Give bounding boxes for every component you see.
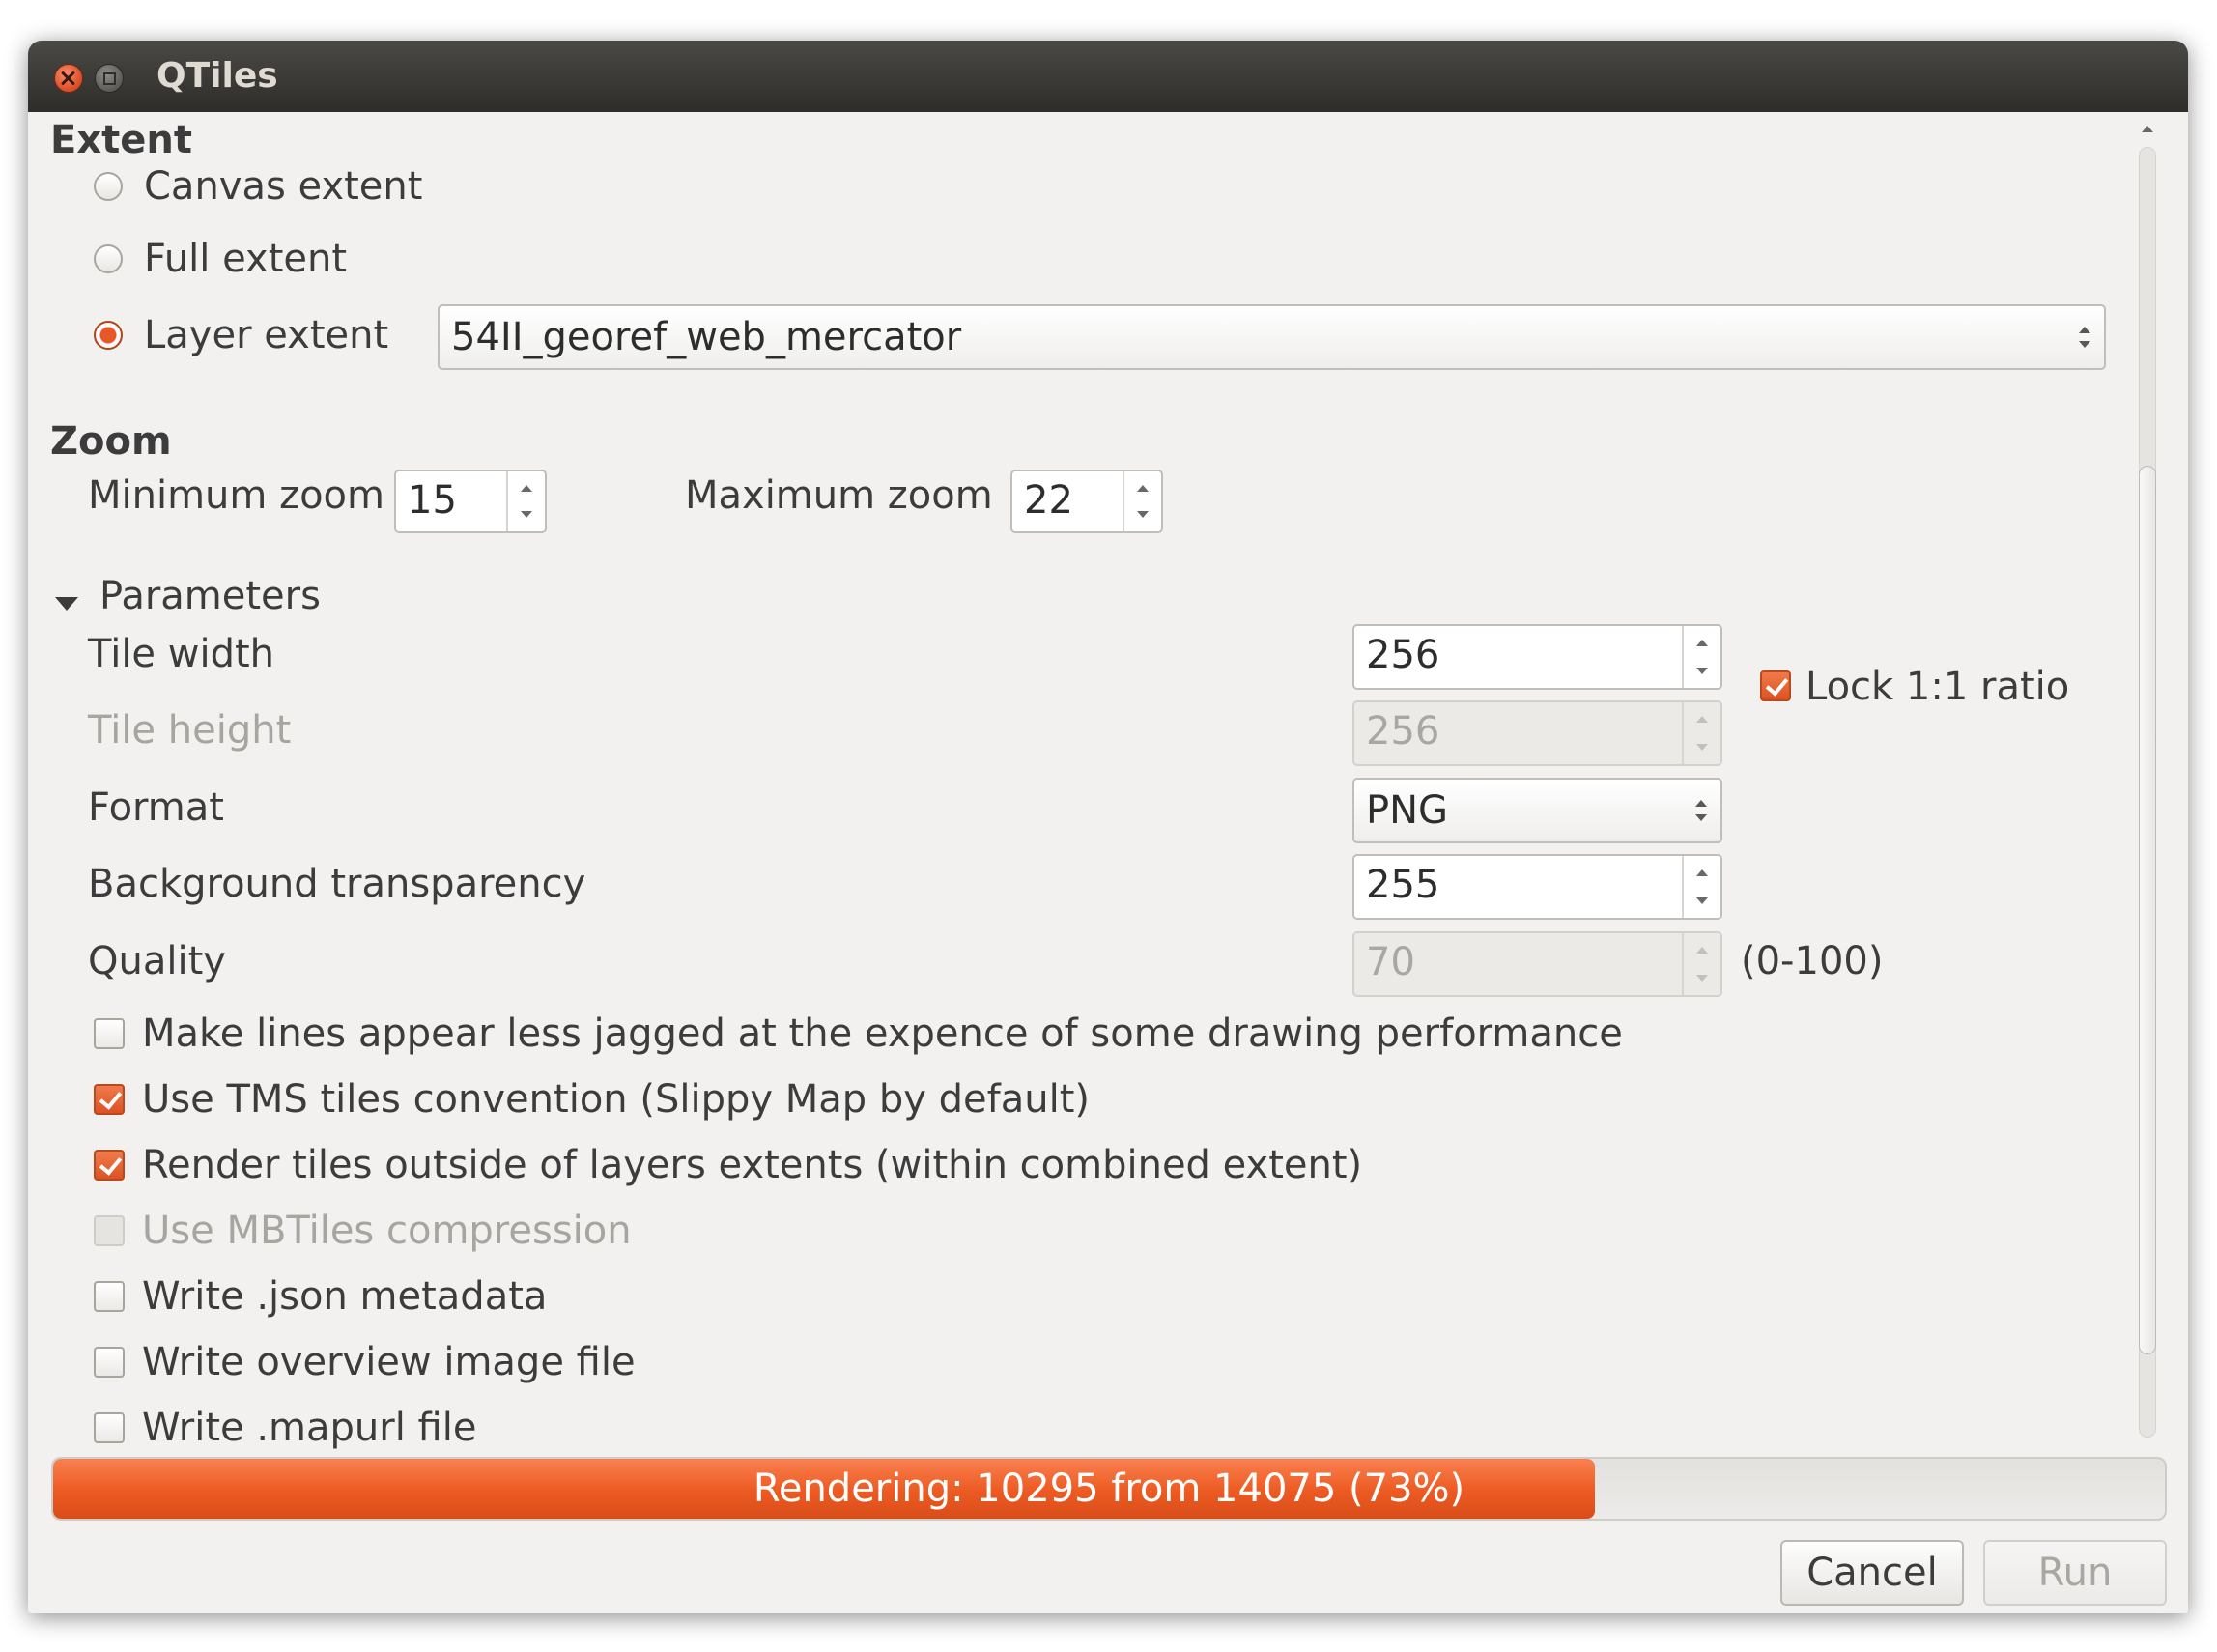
title-bar[interactable]: QTiles: [28, 41, 2188, 112]
mbtiles-compression-label: Use MBTiles compression: [142, 1209, 632, 1253]
layer-extent-radio[interactable]: [94, 321, 123, 350]
tile-height-spinbox: 256: [1352, 700, 1722, 766]
updown-arrows-icon: [1693, 780, 1709, 841]
render-progress-bar: Rendering: 10295 from 14075 (73%): [51, 1457, 2167, 1521]
mapurl-checkbox[interactable]: [94, 1412, 125, 1443]
full-extent-radio[interactable]: [94, 244, 123, 273]
maximize-icon[interactable]: [95, 64, 124, 93]
tile-height-label: Tile height: [88, 708, 292, 753]
canvas-extent-radio[interactable]: [94, 172, 123, 201]
collapse-triangle-icon[interactable]: [55, 597, 78, 611]
overview-image-label[interactable]: Write overview image file: [142, 1338, 636, 1386]
window-title: QTiles: [156, 56, 278, 96]
json-metadata-label[interactable]: Write .json metadata: [142, 1272, 547, 1321]
spin-arrows-icon[interactable]: [1682, 626, 1720, 688]
max-zoom-value: 22: [1024, 478, 1073, 523]
tile-width-value: 256: [1366, 633, 1440, 677]
canvas-extent-label[interactable]: Canvas extent: [144, 162, 422, 211]
quality-value: 70: [1366, 940, 1415, 984]
min-zoom-value: 15: [408, 478, 457, 523]
updown-arrows-icon: [2077, 306, 2092, 368]
format-select[interactable]: PNG: [1352, 778, 1722, 843]
parameters-heading[interactable]: Parameters: [99, 572, 321, 620]
format-value: PNG: [1366, 788, 1449, 833]
antialias-label[interactable]: Make lines appear less jagged at the exp…: [142, 1010, 1623, 1058]
tms-checkbox[interactable]: [94, 1084, 125, 1115]
antialias-checkbox[interactable]: [94, 1018, 125, 1049]
layer-select[interactable]: 54II_georef_web_mercator: [438, 304, 2106, 370]
spin-arrows-icon[interactable]: [1123, 471, 1161, 531]
quality-spinbox: 70: [1352, 931, 1722, 997]
spin-arrows-icon[interactable]: [1682, 856, 1720, 918]
tile-height-value: 256: [1366, 709, 1440, 754]
transparency-label: Background transparency: [88, 862, 586, 906]
transparency-value: 255: [1366, 863, 1440, 907]
transparency-spinbox[interactable]: 255: [1352, 854, 1722, 920]
run-button[interactable]: Run: [1983, 1540, 2167, 1606]
cancel-button[interactable]: Cancel: [1780, 1540, 1964, 1606]
quality-hint: (0-100): [1741, 939, 1884, 983]
scrollbar-thumb[interactable]: [2139, 466, 2156, 1354]
mbtiles-compression-checkbox: [94, 1215, 125, 1246]
extent-heading: Extent: [50, 118, 192, 162]
scroll-up-icon[interactable]: [2142, 126, 2153, 132]
close-icon[interactable]: [54, 64, 83, 93]
vertical-scrollbar[interactable]: [2133, 118, 2160, 1472]
max-zoom-spinbox[interactable]: 22: [1010, 470, 1163, 533]
layer-extent-label[interactable]: Layer extent: [144, 311, 388, 359]
full-extent-label[interactable]: Full extent: [144, 235, 347, 283]
overview-image-checkbox[interactable]: [94, 1347, 125, 1378]
tms-label[interactable]: Use TMS tiles convention (Slippy Map by …: [142, 1075, 1090, 1124]
scroll-area: Extent Canvas extent Full extent Layer e…: [28, 112, 2134, 1474]
tile-width-spinbox[interactable]: 256: [1352, 624, 1722, 690]
zoom-heading: Zoom: [50, 419, 172, 464]
qtiles-dialog: QTiles Extent Canvas extent Full extent …: [28, 41, 2188, 1613]
spin-arrows-icon: [1682, 933, 1720, 995]
min-zoom-spinbox[interactable]: 15: [394, 470, 547, 533]
max-zoom-label: Maximum zoom: [685, 473, 993, 518]
lock-ratio-label[interactable]: Lock 1:1 ratio: [1805, 663, 2069, 711]
progress-text: Rendering: 10295 from 14075 (73%): [753, 1467, 1465, 1511]
tile-width-label: Tile width: [88, 632, 275, 676]
json-metadata-checkbox[interactable]: [94, 1281, 125, 1312]
render-outside-label[interactable]: Render tiles outside of layers extents (…: [142, 1141, 1362, 1189]
mapurl-label[interactable]: Write .mapurl file: [142, 1404, 476, 1452]
lock-ratio-checkbox[interactable]: [1760, 670, 1791, 701]
spin-arrows-icon[interactable]: [506, 471, 545, 531]
spin-arrows-icon: [1682, 702, 1720, 764]
layer-select-value: 54II_georef_web_mercator: [451, 315, 962, 359]
min-zoom-label: Minimum zoom: [88, 473, 384, 518]
render-outside-checkbox[interactable]: [94, 1150, 125, 1181]
format-label: Format: [88, 785, 224, 830]
quality-label: Quality: [88, 939, 226, 983]
